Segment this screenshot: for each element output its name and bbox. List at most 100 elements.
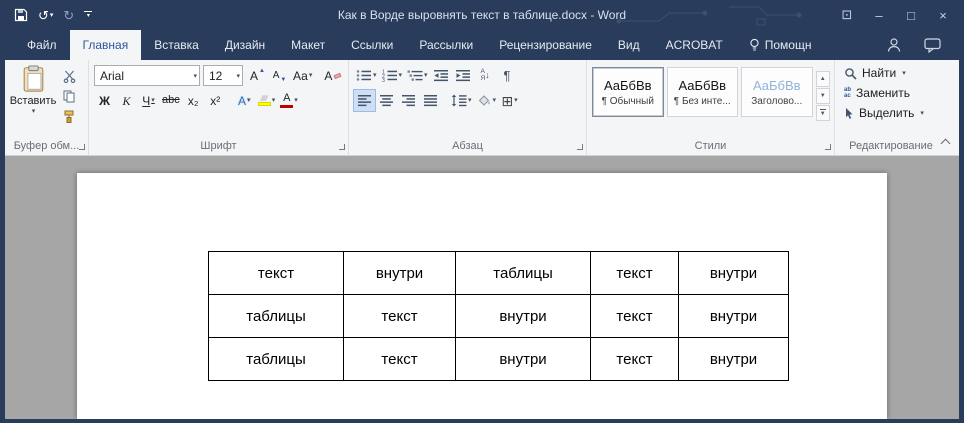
table-cell[interactable]: внутри [679,252,789,295]
table-cell[interactable]: внутри [456,338,591,381]
styles-more-button[interactable]: ▼ [816,105,830,121]
save-icon[interactable] [14,8,28,22]
underline-button[interactable]: Ч▾ [138,90,159,111]
grow-font-button[interactable]: А▲ [247,65,268,86]
magnifier-icon [844,67,857,80]
show-paragraph-marks-button[interactable]: ¶ [497,65,518,86]
document-page[interactable]: текст внутри таблицы текст внутри таблиц… [77,173,887,419]
tab-insert[interactable]: Вставка [141,30,212,60]
align-left-button[interactable] [354,90,375,111]
tab-layout[interactable]: Макет [278,30,338,60]
paste-label: Вставить [10,95,57,107]
styles-gallery-scrollbar: ▲ ▼ ▼ [816,67,830,121]
table-cell[interactable]: таблицы [456,252,591,295]
dropdown-arrow-icon: ▾ [399,72,403,79]
borders-button[interactable]: ⊞▾ [499,90,520,111]
titlebar-circuit-decoration [609,1,809,29]
table-cell[interactable]: таблицы [209,338,344,381]
cut-button[interactable] [60,68,78,84]
find-button[interactable]: Найти ▾ [844,63,943,83]
tab-references[interactable]: Ссылки [338,30,406,60]
tab-mailings[interactable]: Рассылки [406,30,486,60]
select-button[interactable]: Выделить ▾ [844,103,943,123]
table-cell[interactable]: таблицы [209,295,344,338]
minimize-button[interactable]: – [863,0,895,30]
table-cell[interactable]: текст [591,295,679,338]
tab-acrobat[interactable]: ACROBAT [653,30,736,60]
sign-in-person-icon[interactable] [886,37,902,53]
text-effects-button[interactable]: А▾ [234,90,255,111]
dropdown-arrow-icon: ▾ [151,97,155,104]
styles-group-label: Стили [587,140,834,152]
copy-button[interactable] [60,88,78,104]
line-spacing-button[interactable]: ▾ [449,90,474,111]
redo-button[interactable]: ↻ [63,9,74,22]
svg-text:3: 3 [382,78,385,82]
table-row: таблицы текст внутри текст внутри [209,338,789,381]
style-normal[interactable]: АаБбВв ¶ Обычный [592,67,664,117]
subscript-button[interactable]: x₂ [183,90,204,111]
style-heading-1[interactable]: АаБбВв Заголово... [741,67,813,117]
paste-button[interactable]: Вставить ▾ [10,63,56,124]
italic-button[interactable]: К [116,90,137,111]
table-cell[interactable]: внутри [456,295,591,338]
font-group-label: Шрифт [89,140,348,152]
close-button[interactable]: × [927,0,959,30]
document-area: текст внутри таблицы текст внутри таблиц… [5,156,959,419]
tab-design[interactable]: Дизайн [212,30,278,60]
customize-qat-button[interactable]: ▾ [84,11,92,19]
tab-review[interactable]: Рецензирование [486,30,605,60]
table-cell[interactable]: текст [591,338,679,381]
shading-button[interactable]: ▾ [475,90,499,111]
replace-button[interactable]: abac Заменить [844,83,943,103]
style-no-spacing[interactable]: АаБбВв ¶ Без инте... [667,67,739,117]
tab-tell-me[interactable]: Помощн [736,30,825,60]
font-size-combo[interactable]: 12▾ [203,65,243,86]
clipboard-dialog-launcher-icon[interactable] [79,144,85,150]
table-cell[interactable]: текст [591,252,679,295]
change-case-button[interactable]: Аа▾ [291,65,314,86]
down-arrow-icon: ▼ [280,77,286,83]
tab-file[interactable]: Файл [14,30,70,60]
superscript-button[interactable]: x² [205,90,226,111]
bold-button[interactable]: Ж [94,90,115,111]
table-cell[interactable]: внутри [679,338,789,381]
increase-indent-button[interactable] [453,65,474,86]
undo-button[interactable]: ↺▾ [38,9,53,22]
font-color-button[interactable]: А▾ [278,90,300,111]
table-cell[interactable]: внутри [344,252,456,295]
shrink-font-button[interactable]: А▼ [269,65,290,86]
font-dialog-launcher-icon[interactable] [339,144,345,150]
highlighter-pen-icon [260,95,269,101]
borders-grid-icon: ⊞ [501,94,513,108]
styles-scroll-up-button[interactable]: ▲ [816,71,830,87]
sort-button[interactable]: АЯ↓ [475,65,496,86]
maximize-button[interactable]: □ [895,0,927,30]
styles-group: АаБбВв ¶ Обычный АаБбВв ¶ Без инте... Аа… [587,60,835,155]
table-cell[interactable]: текст [344,295,456,338]
table-cell[interactable]: внутри [679,295,789,338]
table-cell[interactable]: текст [344,338,456,381]
format-painter-button[interactable] [60,108,78,124]
strikethrough-button[interactable]: abc [160,90,182,111]
table-row: текст внутри таблицы текст внутри [209,252,789,295]
tab-home[interactable]: Главная [70,30,142,60]
justify-button[interactable] [420,90,441,111]
table-cell[interactable]: текст [209,252,344,295]
ribbon-display-options-button[interactable]: ⊡ [831,0,863,30]
styles-scroll-down-button[interactable]: ▼ [816,88,830,104]
multilevel-list-button[interactable]: ▾ [405,65,430,86]
numbering-button[interactable]: 123 ▾ [380,65,405,86]
highlight-color-button[interactable]: ▾ [256,90,278,111]
tab-view[interactable]: Вид [605,30,653,60]
styles-dialog-launcher-icon[interactable] [825,144,831,150]
font-name-combo[interactable]: Arial▾ [94,65,200,86]
align-right-button[interactable] [398,90,419,111]
up-arrow-icon: ▲ [259,68,265,74]
clear-formatting-button[interactable]: А [322,65,343,86]
bullets-button[interactable]: ▾ [354,65,379,86]
align-center-button[interactable] [376,90,397,111]
decrease-indent-button[interactable] [431,65,452,86]
feedback-chat-icon[interactable] [924,38,941,53]
paragraph-dialog-launcher-icon[interactable] [577,144,583,150]
